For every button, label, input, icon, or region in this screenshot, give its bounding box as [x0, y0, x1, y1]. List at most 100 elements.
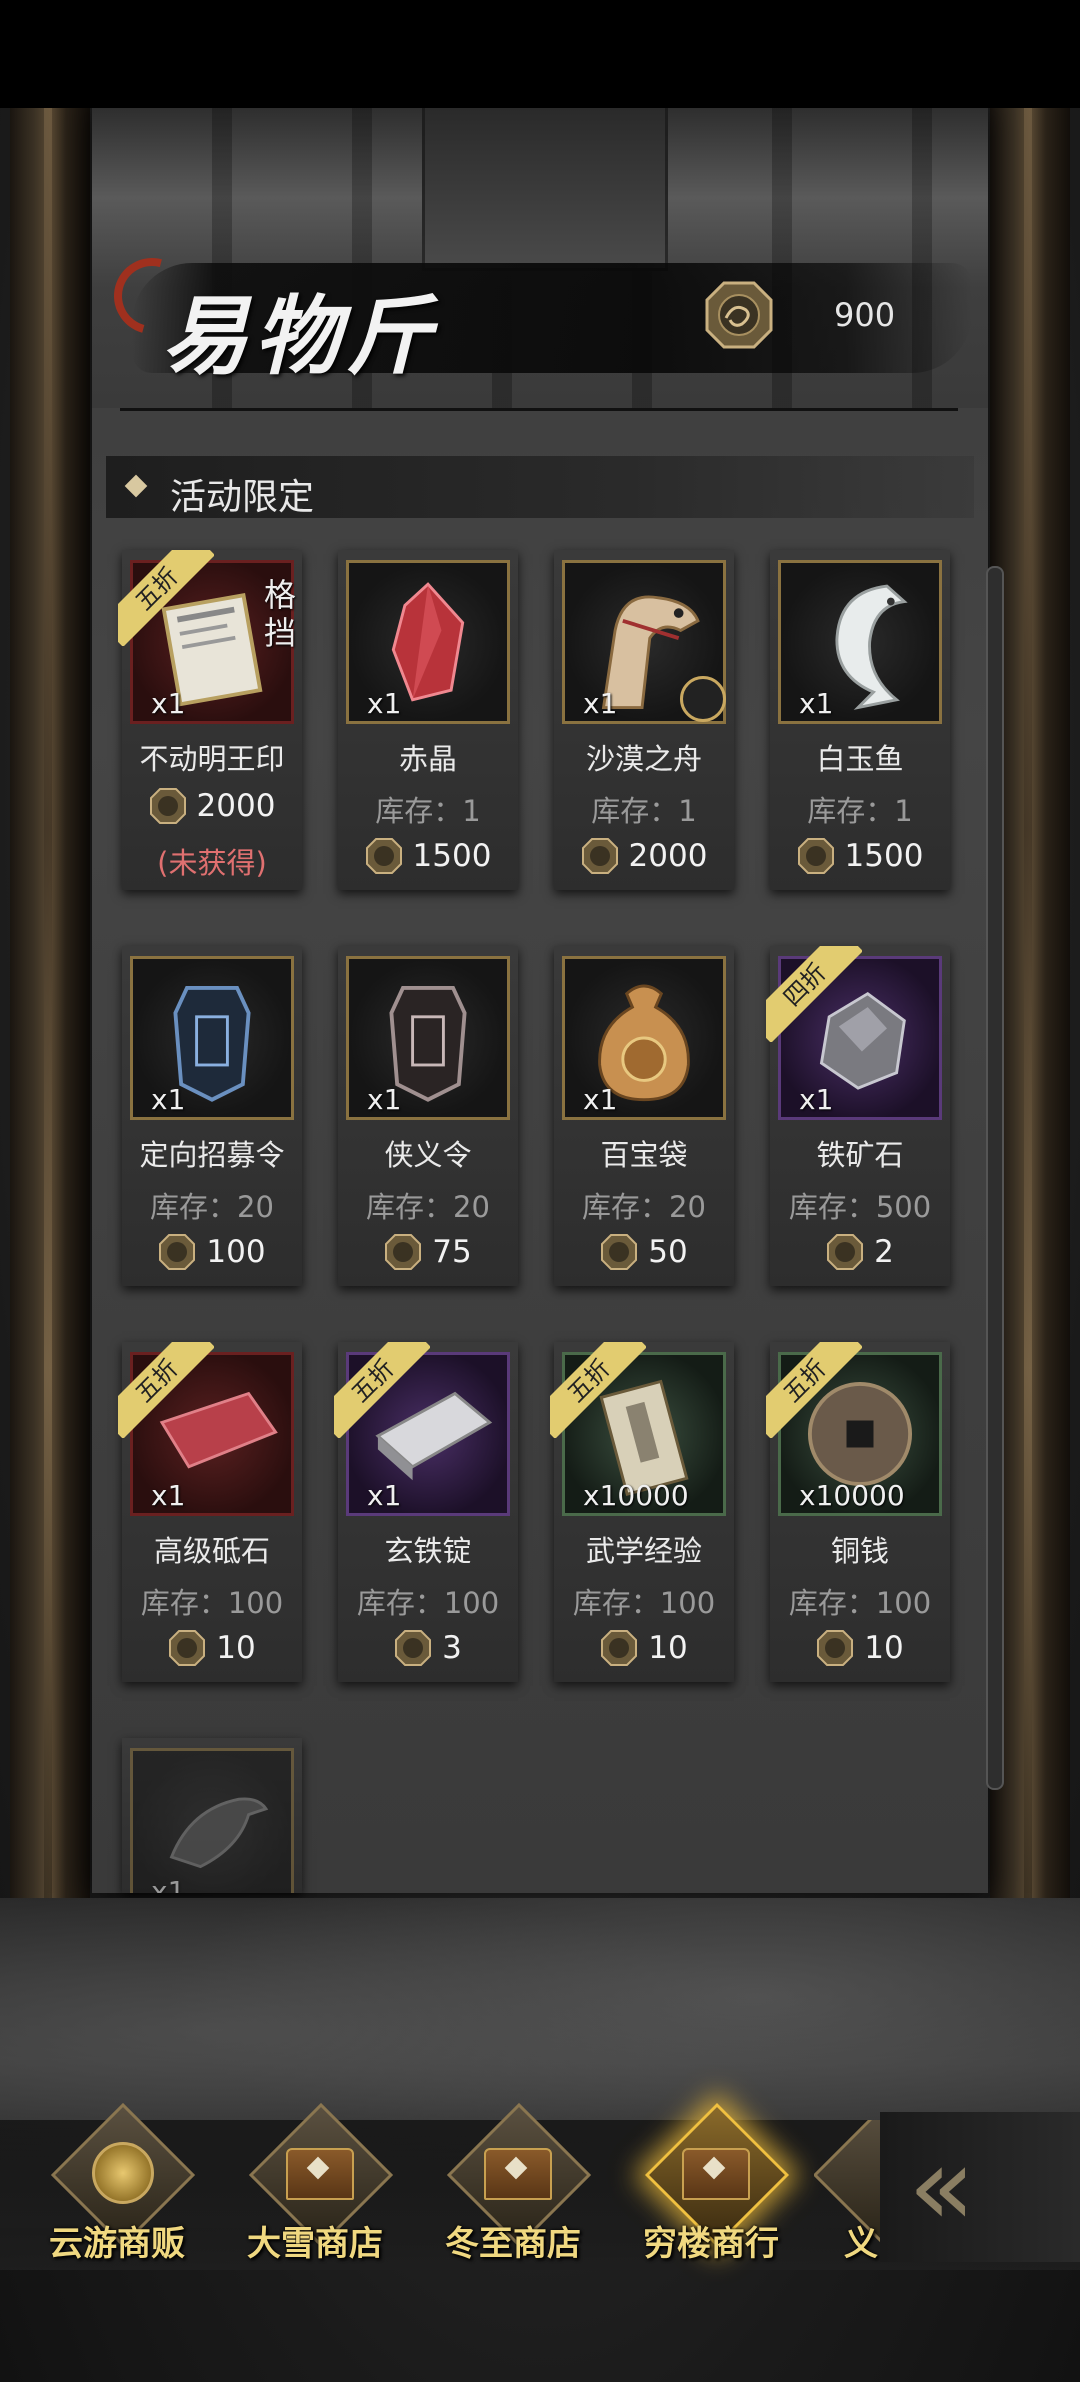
header-divider: [120, 408, 958, 411]
item-price: 1500: [770, 834, 950, 878]
shop-item-card[interactable]: x1 四折 铁矿石 库存：500 2: [766, 946, 950, 1286]
shop-item-card[interactable]: x1 定向招募令 库存：20 100: [122, 946, 302, 1286]
discount-badge: 五折: [334, 1342, 430, 1438]
item-name: 沙漠之舟: [585, 742, 702, 776]
tab-partial[interactable]: 义: [814, 2120, 880, 2270]
item-icon-frame: x1: [562, 956, 726, 1120]
section-header: 活动限定: [106, 456, 974, 518]
bird-icon: [169, 1797, 269, 1869]
item-icon-frame: x1: [346, 956, 510, 1120]
item-quantity: x10000: [583, 1479, 689, 1512]
coin-pagoda-icon: [92, 2142, 154, 2204]
dragon-coin-icon: [827, 1234, 864, 1270]
item-name: 侠义令: [384, 1138, 472, 1172]
shop-item-card[interactable]: x1 赤晶 库存：1 1500: [338, 550, 518, 890]
dragon-coin-icon: [601, 1630, 638, 1666]
treasure-chest-icon: [286, 2148, 354, 2200]
shop-item-card[interactable]: x10000 五折 铜钱 库存：100 10: [766, 1342, 950, 1682]
item-name: 定向招募令: [139, 1138, 285, 1172]
shop-title: 易物斤: [162, 286, 438, 387]
item-price: 3: [338, 1626, 518, 1670]
item-stock: 库存：1: [375, 794, 481, 828]
item-quantity: x10000: [799, 1479, 905, 1512]
left-pillar: [10, 108, 90, 1908]
discount-badge: 五折: [118, 1342, 214, 1438]
dragon-coin-icon: [705, 281, 773, 349]
temple-gate-decor: [422, 108, 668, 271]
tab-daxue-shop[interactable]: 大雪商店: [220, 2102, 410, 2270]
item-stock: 库存：1: [807, 794, 913, 828]
dragon-coin-icon: [581, 838, 618, 874]
item-quantity: x1: [151, 1083, 186, 1116]
dragon-coin-icon: [169, 1630, 206, 1666]
tab-dongzhi-shop[interactable]: 冬至商店: [418, 2102, 608, 2270]
dragon-coin-icon: [159, 1234, 196, 1270]
diamond-icon: [124, 474, 148, 498]
item-quantity: x1: [799, 1083, 834, 1116]
item-quantity: x1: [151, 1479, 186, 1512]
discount-badge: 四折: [766, 946, 862, 1042]
item-price: 100: [122, 1230, 302, 1274]
item-quantity: x1: [367, 687, 402, 720]
item-price: 2: [770, 1230, 950, 1274]
item-icon-frame: x1: [346, 560, 510, 724]
item-name: 白玉鱼: [816, 742, 904, 776]
item-type-tag: 格挡: [264, 576, 297, 652]
item-price: 75: [338, 1230, 518, 1274]
item-icon-frame: x1: [130, 956, 294, 1120]
double-chevron-left-icon: «: [908, 2122, 976, 2250]
scrollbar[interactable]: [986, 566, 1004, 1790]
item-stock: 库存：100: [788, 1586, 932, 1620]
discount-badge: 五折: [118, 550, 214, 646]
dragon-coin-icon: [365, 838, 402, 874]
item-stock: 库存：20: [366, 1190, 490, 1224]
currency-amount: 900: [834, 296, 896, 334]
collapse-tabs-button[interactable]: «: [880, 2112, 1080, 2262]
shop-item-card[interactable]: x1 五折 玄铁锭 库存：100 3: [334, 1342, 518, 1682]
item-price: 10: [770, 1626, 950, 1670]
mount-badge-icon: [680, 676, 726, 722]
shop-item-card[interactable]: x10000 五折 武学经验 库存：100 10: [550, 1342, 734, 1682]
item-name: 武学经验: [585, 1534, 702, 1568]
item-quantity: x1: [151, 1875, 186, 1893]
item-icon-frame: x1: [130, 1748, 294, 1893]
item-stock: 库存：20: [582, 1190, 706, 1224]
shop-item-card[interactable]: x1 五折 高级砥石 库存：100 10: [118, 1342, 302, 1682]
tab-label: 大雪商店: [247, 2224, 383, 2264]
tab-label: 穷楼商行: [643, 2224, 779, 2264]
item-name: 赤晶: [398, 742, 457, 776]
section-title: 活动限定: [170, 477, 315, 518]
shop-item-card[interactable]: x1 白玉鱼 库存：1 1500: [770, 550, 950, 890]
dragon-coin-icon: [385, 1234, 422, 1270]
treasure-chest-icon: [484, 2148, 552, 2200]
tab-label: 云游商贩: [49, 2224, 185, 2264]
item-price: 10: [122, 1626, 302, 1670]
dragon-coin-icon: [149, 788, 186, 824]
tab-label: 义: [844, 2224, 878, 2264]
item-stock: 库存：100: [356, 1586, 500, 1620]
item-icon-frame: x1: [778, 560, 942, 724]
tab-yunyou-vendor[interactable]: 云游商贩: [22, 2102, 212, 2270]
item-quantity: x1: [583, 1083, 618, 1116]
tab-label: 冬至商店: [445, 2224, 581, 2264]
discount-badge: 五折: [766, 1342, 862, 1438]
item-name: 玄铁锭: [384, 1534, 472, 1568]
item-price: 50: [554, 1230, 734, 1274]
shop-item-card[interactable]: x1 沙漠之舟 库存：1 2000: [554, 550, 734, 890]
tab-qionglou-merchant[interactable]: 穷楼商行: [616, 2102, 806, 2270]
shop-item-card[interactable]: x1 侠义令 库存：20 75: [338, 946, 518, 1286]
treasure-chest-icon: [682, 2148, 750, 2200]
item-stock: 库存：20: [150, 1190, 274, 1224]
shop-item-card[interactable]: x1: [122, 1738, 302, 1893]
shop-scene: 易物斤 900 活动限定 x1 五折 格挡 不动明王印 2000 (未获得) x…: [0, 108, 1080, 2382]
item-quantity: x1: [367, 1083, 402, 1116]
item-price: 1500: [338, 834, 518, 878]
item-quantity: x1: [799, 687, 834, 720]
item-name: 铁矿石: [816, 1138, 904, 1172]
shop-item-card[interactable]: x1 五折 格挡 不动明王印 2000 (未获得): [118, 550, 302, 890]
item-name: 高级砥石: [153, 1534, 270, 1568]
shop-panel: 易物斤 900 活动限定 x1 五折 格挡 不动明王印 2000 (未获得) x…: [92, 108, 1004, 1893]
item-stock: 库存：500: [788, 1190, 932, 1224]
dragon-coin-icon: [817, 1630, 854, 1666]
shop-item-card[interactable]: x1 百宝袋 库存：20 50: [554, 946, 734, 1286]
